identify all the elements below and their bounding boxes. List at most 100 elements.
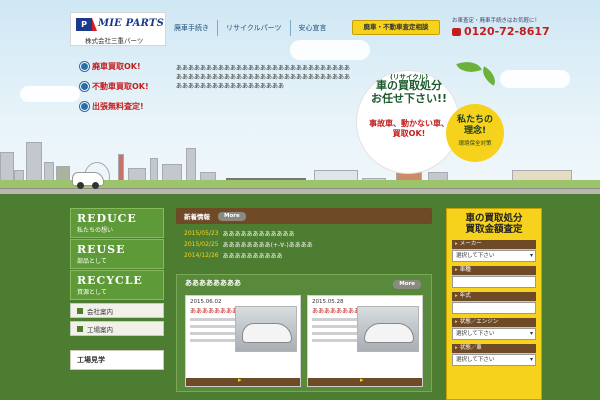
purchase-card[interactable]: 2015.06.02 ああああああああ [185,295,301,387]
pill-text: 不動車買取OK! [92,81,149,91]
card-title: ああああああああ [190,308,239,315]
tel-text: 0120-72-8617 [464,25,550,38]
tel-number[interactable]: 0120-72-8617 [452,25,550,38]
recent-title: ああああああああ [185,279,241,287]
header: P MIE PARTS 株式会社三重パーツ 廃車手続き リサイクルパーツ 安心宣… [0,0,600,48]
card-footer-arrow[interactable] [186,376,300,386]
news-title: 新着情報 [184,213,210,221]
news-text: ああああああああああああ [222,231,295,238]
sidebar: REDUCE 私たちの想い REUSE 部品として RECYCLE 資源として … [70,208,164,370]
badge-title: 私たちの 理念! [456,115,493,136]
recent-more-button[interactable]: More [393,280,421,289]
sidebar-item-reuse[interactable]: REUSE 部品として [70,239,164,269]
news-text: ああああああああああ [222,253,283,260]
factory-tour-banner[interactable]: 工場見学 [70,350,164,370]
chevron-down-icon: ▾ [529,252,533,259]
factory-tour-label: 工場見学 [77,356,105,364]
news-more-button[interactable]: More [218,211,246,221]
recent-purchases-section: ああああああああ More 2015.06.02 ああああああああ 2015.0… [176,274,432,392]
sidebar-item-sub: 私たちの想い [77,227,114,234]
field-label-car-state: ▸ 状態／車 [452,344,536,353]
sidebar-item-label: 工場案内 [87,325,113,334]
news-section: 新着情報 More 2015/05/23 ああああああああああああ 2015/0… [176,208,432,265]
sidebar-item-label: 会社案内 [87,307,113,316]
sidebar-item-reduce[interactable]: REDUCE 私たちの想い [70,208,164,238]
estimate-form: 車の買取処分 買取金額査定 ▸ メーカー 選択して下さい ▾ ▸ 車種 ▸ 年式 ▸ 状態… [446,208,542,400]
cloud [500,70,570,88]
hero-pill-free-appraisal: 出張無料査定! [80,99,170,113]
main-nav: 廃車手続き リサイクルパーツ 安心宣言 [174,20,335,36]
news-date: 2014/12/26 [184,252,219,259]
tel-note: お車査定・廃車手続きはお気軽に！ [452,18,541,24]
sidebar-item-sub: 部品として [77,258,107,265]
model-input[interactable] [452,276,536,288]
card-text-line [190,339,236,342]
pill-text: 廃車買取OK! [92,61,141,71]
sidebar-item-title: REDUCE [77,212,137,225]
sidebar-item-title: RECYCLE [77,274,143,287]
card-text-line [312,318,358,321]
field-label-model: ▸ 車種 [452,266,536,275]
nav-item-disposal[interactable]: 廃車手続き [174,20,217,36]
bullet-icon [80,101,89,111]
car-illustration [72,172,104,189]
sidebar-item-title: REUSE [77,243,126,256]
news-text: ああああああああ(+-∀-)ああああ [222,242,313,249]
car-photo [357,306,419,352]
news-list: 2015/05/23 ああああああああああああ 2015/02/25 あああああ… [176,224,432,265]
news-header: 新着情報 More [176,208,432,224]
chevron-down-icon: ▾ [529,356,533,363]
nav-item-recycle-parts[interactable]: リサイクルパーツ [217,20,290,36]
recent-header: ああああああああ More [177,275,431,291]
main-section: REDUCE 私たちの想い REUSE 部品として RECYCLE 資源として … [0,194,600,400]
philosophy-badge[interactable]: 私たちの 理念! 環境保全対策 [446,104,504,162]
chevron-down-icon: ▾ [529,330,533,337]
pill-text: 出張無料査定! [92,101,144,111]
sidebar-item-company[interactable]: 会社案内 [70,303,164,318]
consult-button[interactable]: 廃車・不動車査定相談 [352,20,440,35]
engine-state-select[interactable]: 選択して下さい ▾ [452,328,536,340]
card-text-line [190,332,236,335]
logo[interactable]: P MIE PARTS 株式会社三重パーツ [70,12,166,46]
bullet-icon [80,61,89,71]
arrow-icon [77,307,83,314]
card-text-line [190,325,236,328]
car-icon [242,323,292,343]
field-label-engine-state: ▸ 状態／エンジン [452,318,536,327]
card-text-line [312,332,358,335]
car-photo [235,306,297,352]
bubble-title: 車の買取処分 お任せ下さい!! [370,79,448,105]
card-date: 2015.06.02 [190,299,222,305]
estimate-title: 車の買取処分 買取金額査定 [465,213,523,235]
card-footer-arrow[interactable] [308,376,422,386]
list-item[interactable]: 2015/02/25 ああああああああ(+-∀-)ああああ [184,239,424,250]
news-date: 2015/02/25 [184,241,219,248]
news-date: 2015/05/23 [184,230,219,237]
card-date: 2015.05.28 [312,299,344,305]
sidebar-item-sub: 資源として [77,289,107,296]
intro-text: ああああああああああああああああああああああああああああああああああああああああ… [176,65,351,90]
card-text-line [312,339,358,342]
logo-mark: P [76,18,97,31]
company-name: 株式会社三重パーツ [85,37,144,45]
badge-sub: 環境保全対策 [458,141,492,147]
hero-pill-scrap: 廃車買取OK! [80,59,170,73]
sidebar-item-factory-info[interactable]: 工場案内 [70,321,164,336]
hero-pill-immobile: 不動車買取OK! [80,79,170,93]
car-state-select[interactable]: 選択して下さい ▾ [452,354,536,366]
year-input[interactable] [452,302,536,314]
logo-text: MIE PARTS [98,18,164,29]
sidebar-item-recycle[interactable]: RECYCLE 資源として [70,270,164,300]
maker-select[interactable]: 選択して下さい ▾ [452,250,536,262]
list-item[interactable]: 2014/12/26 ああああああああああ [184,250,424,261]
car-icon [364,323,414,343]
card-text-line [190,318,236,321]
nav-item-safety[interactable]: 安心宣言 [289,20,335,36]
cloud [20,86,80,102]
bullet-icon [80,81,89,91]
purchase-card[interactable]: 2015.05.28 ああああああああ [307,295,423,387]
list-item[interactable]: 2015/05/23 ああああああああああああ [184,228,424,239]
card-text-line [312,325,358,328]
field-label-maker: ▸ メーカー [452,240,536,249]
hero-bubble: (リサイクル) 車の買取処分 お任せ下さい!! 事故車、動かない車、 買取OK! [356,70,460,174]
